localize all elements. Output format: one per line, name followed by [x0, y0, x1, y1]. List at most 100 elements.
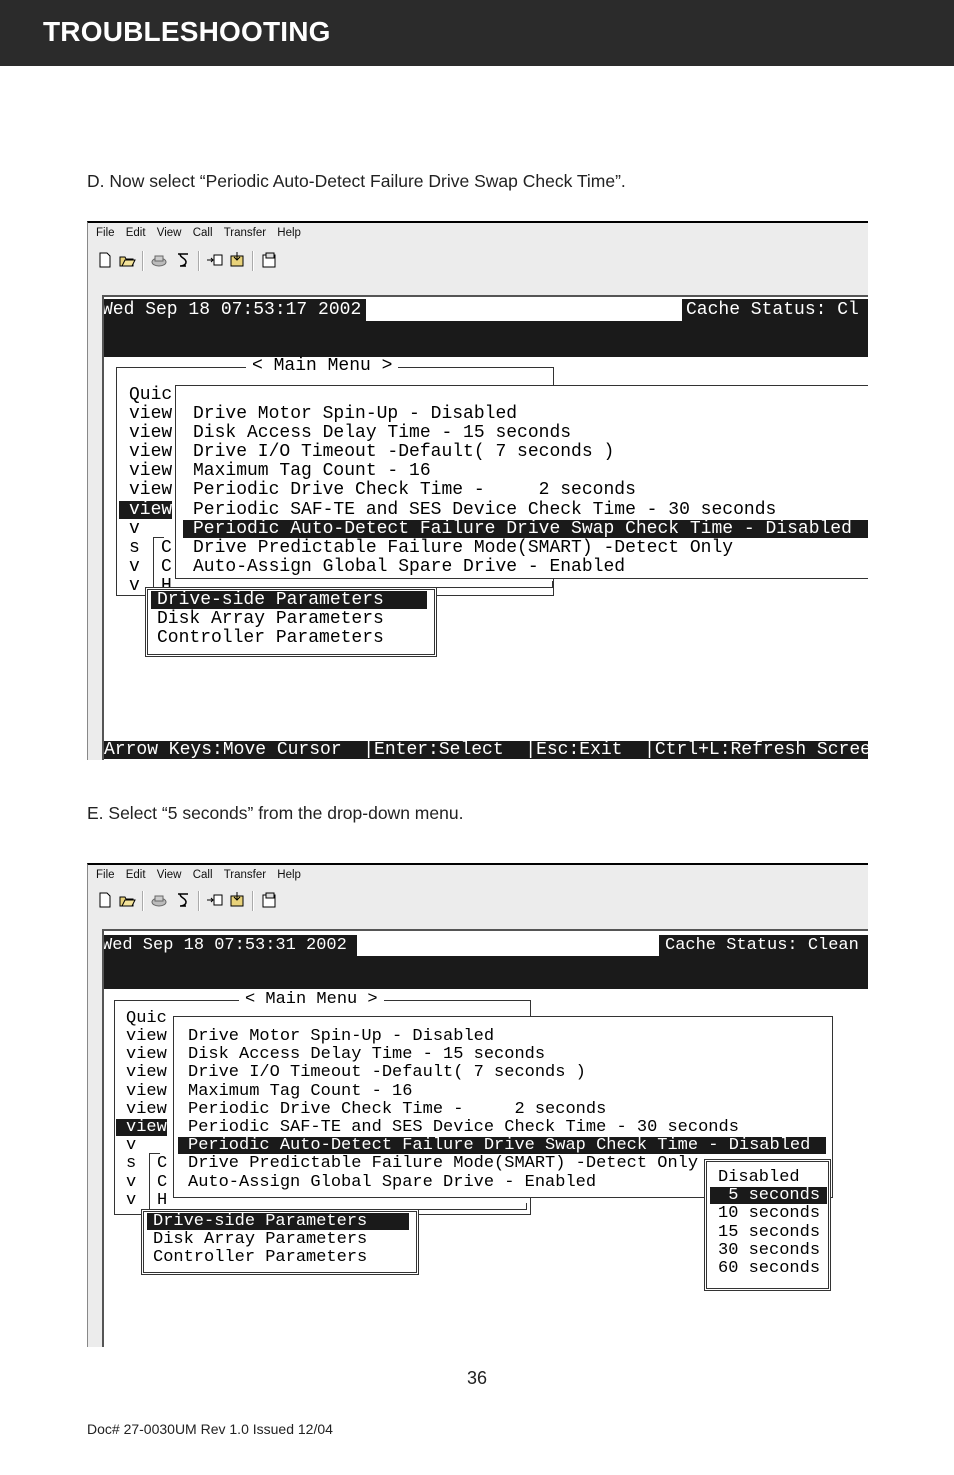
submenu-connector — [435, 581, 553, 588]
submenu-connector — [417, 1203, 527, 1210]
menu-edit[interactable]: Edit — [126, 869, 146, 881]
terminal-screen-1: Wed Sep 18 07:53:17 2002SR2500FCache Sta… — [102, 295, 868, 760]
page-header: TROUBLESHOOTING — [0, 0, 954, 66]
main-menu-item[interactable]: view — [126, 1101, 167, 1118]
main-menu-item[interactable]: view — [119, 500, 173, 519]
dropdown-option[interactable]: Disabled — [710, 1169, 800, 1186]
menu-file[interactable]: File — [96, 869, 115, 881]
terminal-datetime: Wed Sep 18 07:53:31 2002 — [102, 936, 349, 955]
menu-transfer[interactable]: Transfer — [224, 227, 266, 239]
menu-call[interactable]: Call — [193, 869, 213, 881]
menu-edit[interactable]: Edit — [126, 227, 146, 239]
drive-param-option[interactable]: Periodic Auto-Detect Failure Drive Swap … — [178, 1137, 827, 1155]
submenu-item[interactable]: Controller Parameters — [147, 1249, 367, 1266]
submenu-item[interactable]: Controller Parameters — [151, 629, 384, 647]
drive-param-option[interactable]: Disk Access Delay Time - 15 seconds — [193, 424, 571, 442]
dropdown-option[interactable]: 5 seconds — [710, 1187, 827, 1205]
send-icon[interactable] — [206, 251, 224, 269]
send-icon[interactable] — [206, 891, 224, 909]
main-menu-item[interactable]: view — [129, 424, 172, 442]
drive-param-option[interactable]: Periodic Drive Check Time - 2 seconds — [193, 481, 636, 499]
page-number: 36 — [466, 1368, 488, 1388]
terminal-screen-2: Wed Sep 18 07:53:31 2002SR2500FCache Sta… — [102, 929, 868, 1347]
receive-icon[interactable] — [228, 251, 246, 269]
main-menu-item[interactable]: v — [126, 1137, 136, 1154]
dropdown-option[interactable]: 30 seconds — [710, 1242, 820, 1259]
properties-icon[interactable] — [260, 891, 278, 909]
new-icon[interactable] — [96, 891, 114, 909]
main-menu-title: < Main Menu > — [246, 357, 399, 375]
terminal-title-gap — [366, 299, 682, 321]
drive-param-option[interactable]: Drive Predictable Failure Mode(SMART) -D… — [193, 539, 733, 557]
menu-view[interactable]: View — [157, 869, 182, 881]
doc-footer: Doc# 27-0030UM Rev 1.0 Issued 12/04 — [87, 1421, 333, 1437]
step-d-text: D. Now select “Periodic Auto-Detect Fail… — [87, 171, 626, 191]
menu-bar: File Edit View Call Transfer Help — [88, 869, 301, 887]
drive-param-option[interactable]: Periodic SAF-TE and SES Device Check Tim… — [188, 1119, 739, 1136]
terminal-window-1: File Edit View Call Transfer Help Wed Se… — [87, 221, 868, 760]
phone-icon[interactable] — [150, 891, 168, 909]
main-menu-item[interactable]: view — [126, 1064, 167, 1081]
open-icon[interactable] — [118, 891, 136, 909]
main-menu-item[interactable]: view — [129, 462, 172, 480]
disconnect-icon[interactable] — [174, 891, 192, 909]
menu-help[interactable]: Help — [277, 869, 301, 881]
main-menu-item[interactable]: s — [129, 539, 140, 557]
submenu-item[interactable]: Disk Array Parameters — [151, 610, 384, 628]
menu-help[interactable]: Help — [277, 227, 301, 239]
page-title: TROUBLESHOOTING — [43, 16, 331, 47]
cache-status: Cache Status: Clean — [661, 937, 863, 954]
menu-view[interactable]: View — [157, 227, 182, 239]
drive-param-option[interactable]: Maximum Tag Count - 16 — [193, 462, 431, 480]
main-menu-item[interactable]: v — [126, 1174, 136, 1191]
open-icon[interactable] — [118, 251, 136, 269]
new-icon[interactable] — [96, 251, 114, 269]
dropdown-option[interactable]: 60 seconds — [710, 1260, 820, 1277]
main-menu-item[interactable]: view — [129, 481, 172, 499]
menu-file[interactable]: File — [96, 227, 115, 239]
main-menu-title: < Main Menu > — [239, 990, 384, 1008]
main-menu-item[interactable]: v — [129, 520, 140, 538]
submenu-stub-frame — [149, 1153, 160, 1209]
main-menu-item[interactable]: view — [126, 1028, 167, 1045]
drive-param-option[interactable]: Drive I/O Timeout -Default( 7 seconds ) — [188, 1064, 586, 1081]
drive-param-option[interactable]: Periodic Drive Check Time - 2 seconds — [188, 1101, 606, 1118]
drive-param-option[interactable]: Auto-Assign Global Spare Drive - Enabled — [193, 558, 625, 576]
drive-param-option[interactable]: Drive Predictable Failure Mode(SMART) -D… — [188, 1155, 698, 1172]
submenu-item[interactable]: Disk Array Parameters — [147, 1231, 367, 1248]
dropdown-option[interactable]: 15 seconds — [710, 1224, 820, 1241]
drive-param-option[interactable]: Periodic SAF-TE and SES Device Check Tim… — [193, 501, 776, 519]
cache-status: Cache Status: Cl — [682, 301, 863, 319]
drive-param-option[interactable]: Disk Access Delay Time - 15 seconds — [188, 1046, 545, 1063]
main-menu-item[interactable]: s — [126, 1155, 136, 1172]
drive-param-option[interactable]: Auto-Assign Global Spare Drive - Enabled — [188, 1174, 596, 1191]
main-menu-item[interactable]: view — [129, 443, 172, 461]
drive-param-option[interactable]: Maximum Tag Count - 16 — [188, 1083, 412, 1100]
main-menu-item[interactable]: Quic — [126, 1010, 167, 1027]
main-menu-item[interactable]: v — [129, 577, 140, 595]
phone-icon[interactable] — [150, 251, 168, 269]
dropdown-option[interactable]: 10 seconds — [710, 1205, 820, 1222]
main-menu-item[interactable]: view — [116, 1119, 167, 1136]
main-menu-item[interactable]: view — [129, 405, 172, 423]
main-menu-item[interactable]: view — [126, 1046, 167, 1063]
submenu-item[interactable]: Drive-side Parameters — [151, 591, 427, 609]
terminal-datetime: Wed Sep 18 07:53:17 2002 — [102, 300, 364, 320]
main-menu-item[interactable]: Quic — [129, 386, 172, 404]
main-menu-item[interactable]: v — [126, 1192, 136, 1209]
terminal-title-gap — [357, 935, 659, 956]
drive-param-option[interactable]: Drive Motor Spin-Up - Disabled — [193, 405, 517, 423]
drive-param-option[interactable]: Drive I/O Timeout -Default( 7 seconds ) — [193, 443, 614, 461]
menu-call[interactable]: Call — [193, 227, 213, 239]
properties-icon[interactable] — [260, 251, 278, 269]
main-menu-item[interactable]: view — [126, 1083, 167, 1100]
terminal-window-2: File Edit View Call Transfer Help Wed Se… — [87, 863, 868, 1347]
submenu-item[interactable]: Drive-side Parameters — [147, 1213, 409, 1230]
menu-transfer[interactable]: Transfer — [224, 869, 266, 881]
receive-icon[interactable] — [228, 891, 246, 909]
disconnect-icon[interactable] — [174, 251, 192, 269]
drive-param-option[interactable]: Drive Motor Spin-Up - Disabled — [188, 1028, 494, 1045]
drive-param-option[interactable]: Periodic Auto-Detect Failure Drive Swap … — [183, 519, 868, 538]
menu-bar: File Edit View Call Transfer Help — [88, 227, 301, 245]
main-menu-item[interactable]: v — [129, 558, 140, 576]
